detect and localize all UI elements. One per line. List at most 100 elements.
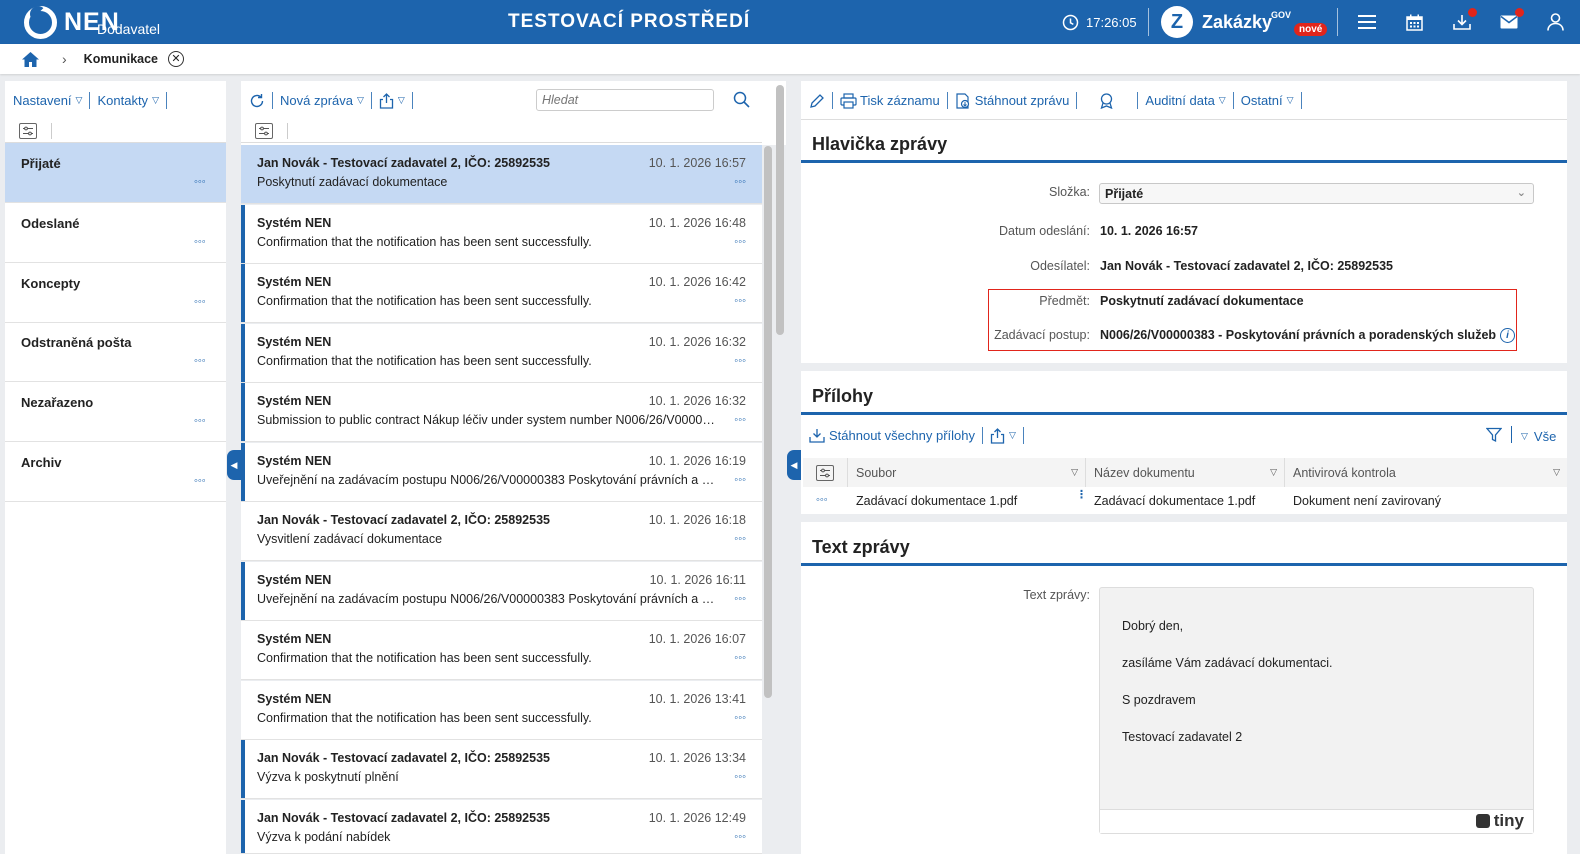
more-options-icon[interactable]: ◦◦◦ [194, 296, 206, 308]
more-options-icon[interactable]: ◦◦◦ [734, 355, 746, 367]
more-options-icon[interactable]: ◦◦◦ [734, 593, 746, 605]
download-message-button[interactable]: Stáhnout zprávu [955, 92, 1070, 109]
message-sender: Systém NEN [257, 454, 332, 468]
certificate-icon[interactable] [1098, 92, 1115, 109]
more-options-icon[interactable]: ◦◦◦ [734, 652, 746, 664]
message-item[interactable]: Jan Novák - Testovací zadavatel 2, IČO: … [241, 740, 762, 799]
folder-select[interactable]: Přijaté ⌄ [1099, 183, 1534, 204]
attachment-file-cell[interactable]: Zadávací dokumentace 1.pdf [856, 489, 1017, 513]
filter-icon[interactable] [1485, 427, 1503, 446]
more-options-icon[interactable]: ◦◦◦ [734, 533, 746, 545]
message-item[interactable]: Systém NEN 10. 1. 2026 16:19 Uveřejnění … [241, 443, 762, 502]
print-button[interactable]: Tisk záznamu [840, 92, 940, 109]
divider [272, 92, 273, 109]
edit-icon[interactable] [809, 93, 825, 109]
message-filter-row [241, 119, 762, 143]
more-options-icon[interactable]: ◦◦◦ [194, 355, 206, 367]
close-icon[interactable]: ✕ [168, 51, 185, 67]
message-item[interactable]: Jan Novák - Testovací zadavatel 2, IČO: … [241, 145, 762, 204]
message-item[interactable]: Systém NEN 10. 1. 2026 16:42 Confirmatio… [241, 264, 762, 323]
message-item[interactable]: Systém NEN 10. 1. 2026 16:32 Submission … [241, 383, 762, 442]
column-settings-icon[interactable] [19, 122, 37, 139]
zakazky-gov-link[interactable]: Z Zakázky GOV nové [1161, 6, 1328, 38]
more-options-icon[interactable]: ◦◦◦ [734, 414, 746, 426]
more-options-icon[interactable]: ◦◦◦ [734, 236, 746, 248]
column-settings-icon[interactable] [816, 464, 834, 481]
message-item[interactable]: Systém NEN 10. 1. 2026 13:41 Confirmatio… [241, 681, 762, 740]
more-options-icon[interactable]: ◦◦◦ [734, 831, 746, 843]
folder-item-deleted[interactable]: Odstraněná pošta ◦◦◦ [5, 322, 226, 382]
export-menu[interactable]: ▽ [379, 92, 405, 109]
column-header-antivirus[interactable]: Antivirová kontrola ▽ [1285, 458, 1567, 487]
folder-item-unsorted[interactable]: Nezařazeno ◦◦◦ [5, 382, 226, 442]
new-message-menu[interactable]: Nová zpráva ▽ [280, 93, 364, 108]
antivirus-status: Dokument není zavirovaný [1293, 494, 1441, 508]
message-item[interactable]: Systém NEN 10. 1. 2026 16:07 Confirmatio… [241, 621, 762, 680]
divider [89, 92, 91, 109]
subject-value: Poskytnutí zadávací dokumentace [1100, 294, 1304, 308]
message-item[interactable]: Jan Novák - Testovací zadavatel 2, IČO: … [241, 800, 762, 854]
folder-item-sent[interactable]: Odeslané ◦◦◦ [5, 203, 226, 263]
column-settings-icon[interactable] [255, 122, 273, 139]
folder-label: Koncepty [21, 276, 81, 291]
divider [1337, 8, 1338, 36]
more-options-icon[interactable]: ◦◦◦ [734, 295, 746, 307]
folder-label: Nezařazeno [21, 395, 94, 410]
collapse-folders-handle[interactable]: ◀ [227, 450, 241, 480]
notification-dot [1515, 8, 1524, 17]
folder-label: Odstraněná pošta [21, 335, 132, 350]
download-inbox-icon[interactable] [1451, 8, 1477, 33]
more-options-icon[interactable]: ◦◦◦ [194, 236, 206, 248]
user-icon[interactable] [1544, 11, 1566, 33]
attachment-file-name: Zadávací dokumentace 1.pdf [856, 494, 1018, 508]
menu-icon[interactable] [1356, 11, 1378, 33]
column-header-file[interactable]: Soubor ▽ [848, 458, 1086, 487]
message-item[interactable]: Systém NEN 10. 1. 2026 16:32 Confirmatio… [241, 324, 762, 383]
message-date: 10. 1. 2026 16:48 [648, 216, 746, 230]
info-icon[interactable]: i [1500, 328, 1516, 344]
message-item[interactable]: Systém NEN 10. 1. 2026 16:11 Uveřejnění … [241, 562, 762, 621]
procedure-label: Zadávací postup: [994, 328, 1090, 342]
message-item[interactable]: Jan Novák - Testovací zadavatel 2, IČO: … [241, 502, 762, 561]
search-input[interactable] [536, 89, 714, 111]
home-icon[interactable] [21, 51, 40, 68]
folder-item-drafts[interactable]: Koncepty ◦◦◦ [5, 263, 226, 323]
folder-item-received[interactable]: Přijaté ◦◦◦ [5, 143, 226, 203]
more-options-icon[interactable]: ◦◦◦ [194, 176, 206, 188]
mail-icon[interactable] [1498, 8, 1524, 33]
download-label: Stáhnout zprávu [974, 93, 1070, 108]
tiny-logo-icon [1475, 814, 1490, 828]
sent-date-value: 10. 1. 2026 16:57 [1100, 224, 1198, 238]
folder-item-archive[interactable]: Archiv ◦◦◦ [5, 442, 226, 502]
calendar-icon[interactable] [1403, 11, 1425, 33]
message-list-scrollbar[interactable] [764, 146, 772, 698]
other-menu[interactable]: Ostatní ▽ [1241, 93, 1294, 108]
more-options-icon[interactable]: ◦◦◦ [734, 176, 746, 188]
attachment-name-cell: Zadávací dokumentace 1.pdf [1094, 489, 1255, 513]
download-all-attachments-button[interactable]: Stáhnout všechny přílohy [809, 428, 975, 443]
more-options-icon[interactable]: ◦◦◦ [734, 474, 746, 486]
message-text-editor[interactable]: Dobrý den, zasíláme Vám zadávací dokumen… [1099, 587, 1534, 834]
folders-toolbar: Nastavení ▽ Kontakty ▽ [13, 92, 174, 109]
audit-data-menu[interactable]: Auditní data ▽ [1145, 93, 1225, 108]
message-item[interactable]: Systém NEN 10. 1. 2026 16:48 Confirmatio… [241, 205, 762, 264]
search-icon[interactable] [733, 91, 750, 111]
more-options-icon[interactable]: ◦◦◦ [194, 415, 206, 427]
refresh-icon[interactable] [249, 93, 265, 109]
tiny-label: tiny [1493, 811, 1524, 830]
tiny-brand[interactable]: tiny [1475, 811, 1524, 831]
body-label: Text zprávy: [1023, 588, 1090, 602]
collapse-list-handle[interactable]: ◀ [787, 450, 801, 480]
show-all-filter[interactable]: ▽ Vše [1521, 429, 1556, 444]
panel-scrollbar[interactable] [776, 85, 784, 335]
column-header-document-name[interactable]: Název dokumentu ▽ [1086, 458, 1285, 487]
more-options-icon[interactable]: ◦◦◦ [734, 771, 746, 783]
message-subject: Vysvitlení zadávací dokumentace [257, 532, 443, 546]
more-options-icon[interactable]: ◦◦◦ [734, 712, 746, 724]
contacts-menu[interactable]: Kontakty ▽ [97, 93, 159, 108]
kebab-menu-icon[interactable]: ⋮ [1076, 490, 1087, 501]
more-options-icon[interactable]: ◦◦◦ [816, 494, 828, 506]
settings-menu[interactable]: Nastavení ▽ [13, 93, 82, 108]
export-menu[interactable]: ▽ [990, 427, 1016, 444]
more-options-icon[interactable]: ◦◦◦ [194, 475, 206, 487]
